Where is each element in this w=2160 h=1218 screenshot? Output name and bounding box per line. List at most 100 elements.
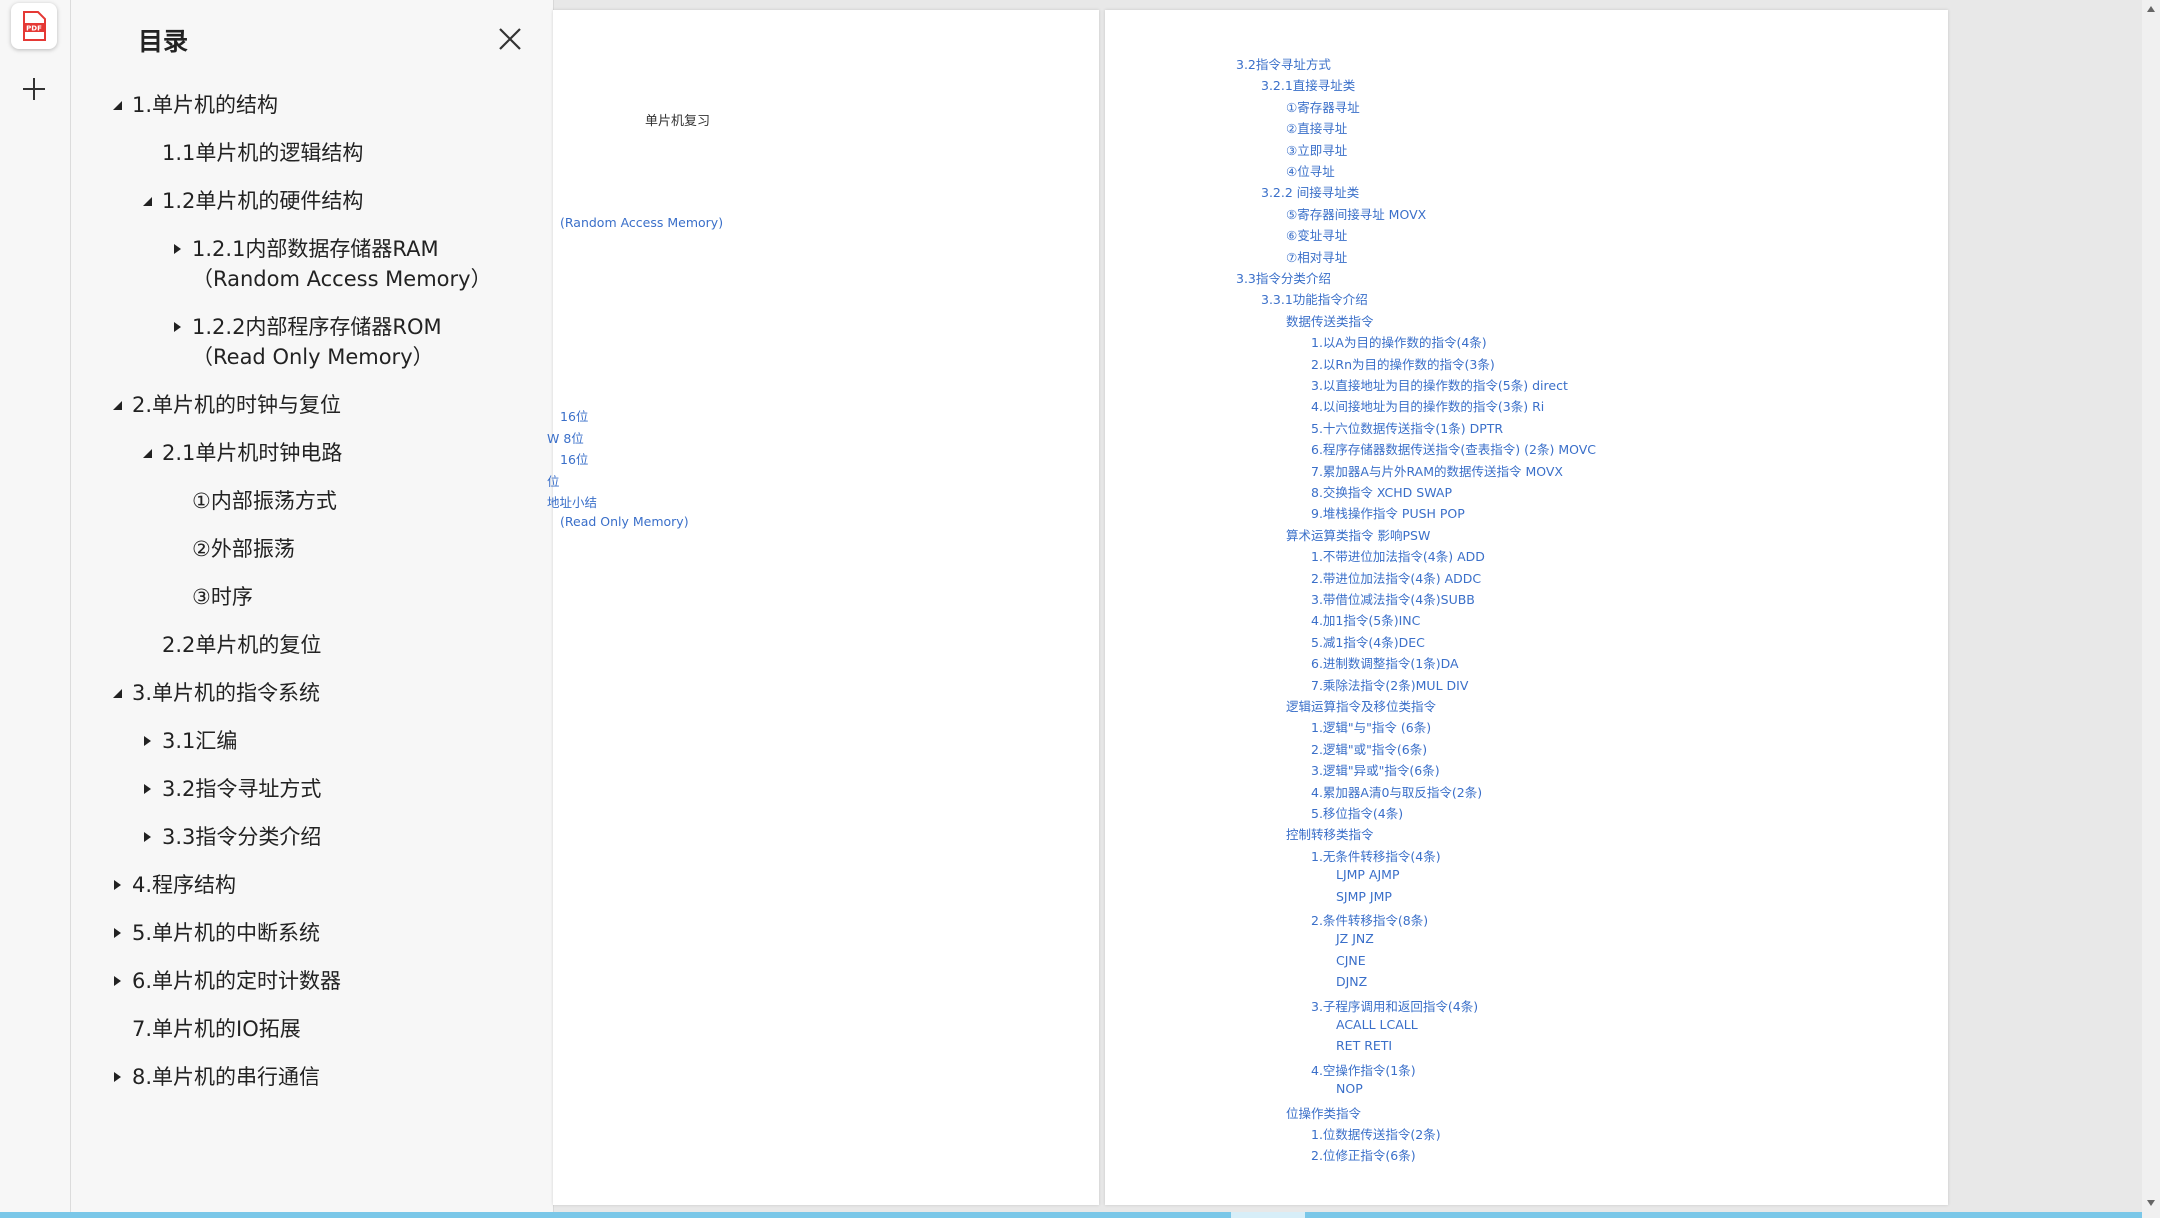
outline-line[interactable]: 3.3指令分类介绍: [1236, 268, 1331, 287]
outline-line[interactable]: 9.堆栈操作指令 PUSH POP: [1311, 503, 1465, 522]
toc-item[interactable]: 3.3指令分类介绍: [132, 822, 492, 852]
expanded-triangle-icon[interactable]: [102, 390, 132, 420]
expanded-triangle-icon[interactable]: [132, 438, 162, 468]
outline-line[interactable]: 5.移位指令(4条): [1311, 803, 1403, 822]
outline-line[interactable]: 1.不带进位加法指令(4条) ADD: [1311, 546, 1485, 565]
toc-spacer: [132, 630, 162, 660]
collapsed-triangle-icon[interactable]: [102, 918, 132, 948]
pdf-file-button[interactable]: PDF: [11, 3, 57, 49]
outline-line[interactable]: ②直接寻址: [1286, 118, 1347, 137]
outline-line[interactable]: NOP: [1336, 1081, 1363, 1096]
collapsed-triangle-icon[interactable]: [162, 234, 192, 264]
outline-line[interactable]: SJMP JMP: [1336, 889, 1392, 904]
outline-line[interactable]: 3.2指令寻址方式: [1236, 54, 1331, 73]
close-toc-button[interactable]: [495, 24, 525, 54]
toc-item[interactable]: 3.单片机的指令系统: [102, 678, 492, 708]
horizontal-scroll-strip[interactable]: [0, 1212, 2142, 1218]
outline-line[interactable]: 3.逻辑"异或"指令(6条): [1311, 760, 1440, 779]
toc-item[interactable]: 2.2单片机的复位: [132, 630, 492, 660]
collapsed-triangle-icon[interactable]: [162, 312, 192, 342]
outline-line[interactable]: 数据传送类指令: [1286, 311, 1374, 330]
outline-line[interactable]: 5.十六位数据传送指令(1条) DPTR: [1311, 418, 1503, 437]
outline-line[interactable]: DJNZ: [1336, 974, 1367, 989]
outline-line[interactable]: 5.减1指令(4条)DEC: [1311, 632, 1425, 651]
horizontal-scroll-thumb[interactable]: [1231, 1212, 1305, 1218]
outline-line[interactable]: 3.2.1直接寻址类: [1261, 75, 1355, 94]
outline-line[interactable]: 算术运算类指令 影响PSW: [1286, 525, 1430, 544]
outline-line[interactable]: 控制转移类指令: [1286, 824, 1374, 843]
outline-line[interactable]: 2.带进位加法指令(4条) ADDC: [1311, 568, 1481, 587]
toc-item[interactable]: 6.单片机的定时计数器: [102, 966, 492, 996]
toc-item-label: 4.程序结构: [132, 873, 237, 897]
outline-line[interactable]: 1.位数据传送指令(2条): [1311, 1124, 1441, 1143]
outline-line[interactable]: 3.3.1功能指令介绍: [1261, 289, 1368, 308]
toc-item[interactable]: 1.2.1内部数据存储器RAM（Random Access Memory）: [162, 234, 492, 294]
toc-item[interactable]: ③时序: [162, 582, 492, 612]
outline-line[interactable]: 2.位修正指令(6条): [1311, 1145, 1416, 1164]
toc-item[interactable]: ②外部振荡: [162, 534, 492, 564]
collapsed-triangle-icon[interactable]: [102, 966, 132, 996]
outline-line[interactable]: RET RETI: [1336, 1038, 1392, 1053]
toc-item[interactable]: 2.单片机的时钟与复位: [102, 390, 492, 420]
scroll-up-icon[interactable]: [2146, 4, 2156, 14]
toc-item[interactable]: 2.1单片机时钟电路: [132, 438, 492, 468]
expanded-triangle-icon[interactable]: [102, 678, 132, 708]
collapsed-triangle-icon[interactable]: [132, 774, 162, 804]
toc-item[interactable]: 3.1汇编: [132, 726, 492, 756]
outline-line[interactable]: 逻辑运算指令及移位类指令: [1286, 696, 1436, 715]
outline-line[interactable]: ACALL LCALL: [1336, 1017, 1418, 1032]
toc-item[interactable]: 4.程序结构: [102, 870, 492, 900]
toc-item[interactable]: 5.单片机的中断系统: [102, 918, 492, 948]
outline-line[interactable]: 3.2.2 间接寻址类: [1261, 182, 1359, 201]
outline-line[interactable]: 4.加1指令(5条)INC: [1311, 610, 1420, 629]
outline-line[interactable]: 4.累加器A清0与取反指令(2条): [1311, 782, 1482, 801]
outline-line[interactable]: 1.无条件转移指令(4条): [1311, 846, 1441, 865]
outline-line[interactable]: ⑥变址寻址: [1286, 225, 1347, 244]
outline-line[interactable]: 1.逻辑"与"指令 (6条): [1311, 717, 1431, 736]
expanded-triangle-icon[interactable]: [102, 90, 132, 120]
outline-line[interactable]: 2.条件转移指令(8条): [1311, 910, 1428, 929]
toc-item[interactable]: 1.单片机的结构: [102, 90, 492, 120]
outline-line[interactable]: 2.以Rn为目的操作数的指令(3条): [1311, 354, 1495, 373]
expanded-triangle-icon[interactable]: [132, 186, 162, 216]
toc-item-label: 6.单片机的定时计数器: [132, 969, 342, 993]
outline-line[interactable]: 4.以间接地址为目的操作数的指令(3条) Ri: [1311, 396, 1544, 415]
toc-item[interactable]: 1.2.2内部程序存储器ROM（Read Only Memory）: [162, 312, 492, 372]
collapsed-triangle-icon[interactable]: [102, 870, 132, 900]
outline-line[interactable]: 3.以直接地址为目的操作数的指令(5条) direct: [1311, 375, 1568, 394]
toc-item-label: 1.单片机的结构: [132, 93, 279, 117]
outline-line[interactable]: 3.子程序调用和返回指令(4条): [1311, 996, 1478, 1015]
toc-item[interactable]: 8.单片机的串行通信: [102, 1062, 492, 1092]
outline-line[interactable]: 6.进制数调整指令(1条)DA: [1311, 653, 1459, 672]
outline-line[interactable]: 8.交换指令 XCHD SWAP: [1311, 482, 1452, 501]
outline-line[interactable]: ③立即寻址: [1286, 140, 1347, 159]
vertical-scrollbar[interactable]: [2142, 0, 2160, 1218]
outline-line[interactable]: CJNE: [1336, 953, 1366, 968]
outline-line[interactable]: 位操作类指令: [1286, 1103, 1361, 1122]
toc-item[interactable]: 1.1单片机的逻辑结构: [132, 138, 492, 168]
outline-line[interactable]: ⑦相对寻址: [1286, 247, 1347, 266]
outline-line[interactable]: 3.带借位减法指令(4条)SUBB: [1311, 589, 1475, 608]
page-text-fragment: (Read Only Memory): [560, 514, 689, 529]
toc-item[interactable]: 1.2单片机的硬件结构: [132, 186, 492, 216]
collapsed-triangle-icon[interactable]: [132, 822, 162, 852]
outline-line[interactable]: 7.累加器A与片外RAM的数据传送指令 MOVX: [1311, 461, 1563, 480]
outline-line[interactable]: 2.逻辑"或"指令(6条): [1311, 739, 1427, 758]
collapsed-triangle-icon[interactable]: [132, 726, 162, 756]
outline-line[interactable]: ⑤寄存器间接寻址 MOVX: [1286, 204, 1426, 223]
outline-line[interactable]: 7.乘除法指令(2条)MUL DIV: [1311, 675, 1468, 694]
toc-item[interactable]: 3.2指令寻址方式: [132, 774, 492, 804]
outline-line[interactable]: LJMP AJMP: [1336, 867, 1400, 882]
toc-item[interactable]: ①内部振荡方式: [162, 486, 492, 516]
outline-line[interactable]: ①寄存器寻址: [1286, 97, 1360, 116]
toc-item[interactable]: 7.单片机的IO拓展: [102, 1014, 492, 1044]
collapsed-triangle-icon[interactable]: [102, 1062, 132, 1092]
outline-line[interactable]: 6.程序存储器数据传送指令(查表指令) (2条) MOVC: [1311, 439, 1596, 458]
outline-line[interactable]: 1.以A为目的操作数的指令(4条): [1311, 332, 1487, 351]
toc-item-label: 7.单片机的IO拓展: [132, 1017, 301, 1041]
outline-line[interactable]: JZ JNZ: [1336, 931, 1374, 946]
outline-line[interactable]: ④位寻址: [1286, 161, 1335, 180]
scroll-down-icon[interactable]: [2146, 1198, 2156, 1208]
outline-line[interactable]: 4.空操作指令(1条): [1311, 1060, 1416, 1079]
add-file-button[interactable]: [17, 72, 51, 106]
